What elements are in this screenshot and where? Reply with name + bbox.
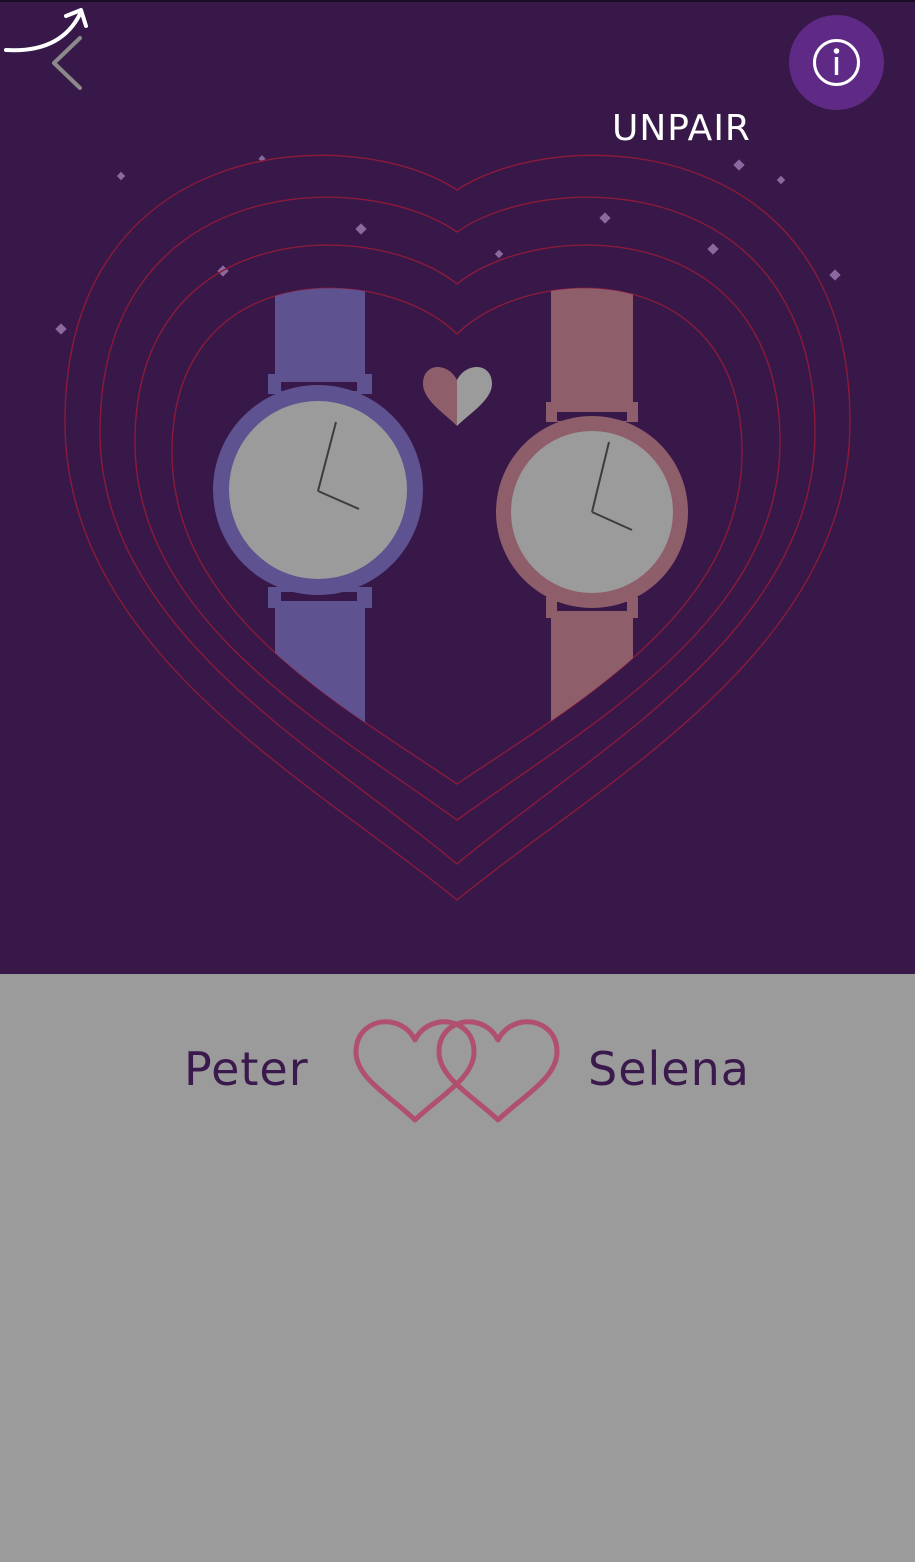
info-button[interactable] xyxy=(789,15,884,110)
info-icon xyxy=(813,39,860,86)
watch-right xyxy=(496,288,688,784)
curved-arrow-icon xyxy=(4,8,88,53)
heart-rings xyxy=(64,154,851,901)
split-heart-icon xyxy=(423,366,492,426)
sparkles xyxy=(55,155,841,335)
pairing-illustration xyxy=(55,154,851,901)
unpair-hint-label: UNPAIR xyxy=(612,108,751,149)
linked-hearts-icon xyxy=(353,1019,560,1123)
right-partner-name: Selena xyxy=(588,1042,750,1096)
left-partner-name: Peter xyxy=(184,1042,309,1096)
watch-left xyxy=(213,288,423,784)
pairing-illustration-panel: UNPAIR xyxy=(0,0,915,974)
